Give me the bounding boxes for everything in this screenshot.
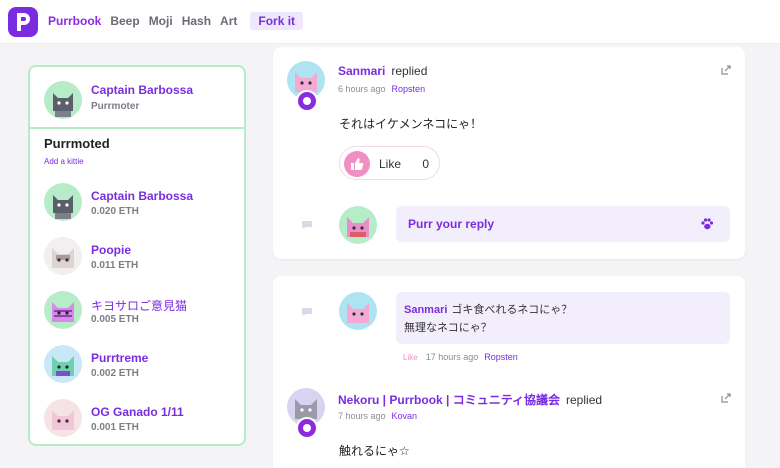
purrmoted-sidebar: Captain Barbossa Purrmoter Purrmoted Add… [28, 65, 246, 446]
post-time: 6 hours ago [338, 84, 386, 94]
comment-bubble: Sanmari ゴキ食べれるネコにゃ？ 無理なネコにゃ？ [396, 292, 730, 344]
cat-avatar-icon [52, 248, 74, 268]
post-author-name[interactable]: Sanmari [338, 64, 385, 78]
owner-avatar[interactable] [44, 81, 82, 119]
post-network-link[interactable]: Kovan [392, 411, 418, 421]
external-link-icon[interactable] [721, 65, 731, 75]
kitty-price: 0.001 ETH [91, 422, 139, 433]
post-network-link[interactable]: Ropsten [392, 84, 426, 94]
kitty-name[interactable]: OG Ganado 1/11 [91, 405, 184, 419]
nav-item-moji[interactable]: Moji [149, 14, 173, 30]
cat-avatar-icon [52, 302, 74, 322]
comment-meta: Like 17 hours ago Ropsten [403, 352, 518, 362]
post-card: Sanmari replied 6 hours ago Ropsten それはイケメ… [273, 47, 745, 259]
purrbook-badge-icon [296, 417, 318, 439]
nav-item-beep[interactable]: Beep [110, 14, 139, 30]
post-meta: 6 hours ago Ropsten [338, 84, 425, 94]
cat-avatar-icon [52, 356, 74, 376]
list-item[interactable]: Poopie 0.011 ETH [30, 237, 244, 291]
reply-input[interactable]: Purr your reply [396, 206, 730, 242]
post-time: 7 hours ago [338, 411, 386, 421]
post-message: それはイケメンネコにゃ！ [339, 117, 483, 131]
like-count: 0 [422, 157, 429, 171]
comment-author[interactable]: Sanmari [404, 304, 447, 316]
owner-header: Captain Barbossa Purrmoter [30, 67, 244, 129]
purrbook-badge-icon [296, 90, 318, 112]
list-item[interactable]: Captain Barbossa 0.020 ETH [30, 183, 244, 237]
kitty-price: 0.002 ETH [91, 368, 139, 379]
kitty-name[interactable]: Purrtreme [91, 351, 148, 365]
kitty-price: 0.011 ETH [91, 260, 139, 271]
post-card: Sanmari ゴキ食べれるネコにゃ？ 無理なネコにゃ？ Like 17 hours… [273, 276, 745, 468]
list-item[interactable]: Purrtreme 0.002 ETH [30, 345, 244, 399]
thumbs-up-icon [344, 151, 370, 177]
paw-icon[interactable] [700, 217, 714, 231]
kitty-avatar [44, 237, 82, 275]
fork-it-button[interactable]: Fork it [250, 12, 304, 30]
comment-bubble-icon [302, 308, 312, 316]
cat-avatar-icon [53, 93, 73, 117]
nav-item-art[interactable]: Art [220, 14, 237, 30]
kitty-avatar [44, 399, 82, 437]
comment-network-link[interactable]: Ropsten [484, 352, 518, 362]
comment-like-button[interactable]: Like [403, 353, 418, 362]
post-author-line: Nekoru | Purrbook | コミュニティ協議会 replied [338, 391, 602, 408]
add-kittie-link[interactable]: Add a kittie [44, 157, 84, 166]
post-author-name[interactable]: Nekoru | Purrbook | コミュニティ協議会 [338, 393, 560, 407]
nav-item-hash[interactable]: Hash [182, 14, 211, 30]
reply-avatar [339, 206, 377, 244]
comment-text-1: ゴキ食べれるネコにゃ？ [451, 304, 573, 316]
cat-avatar-icon [52, 410, 74, 430]
comment-text-2: 無理なネコにゃ？ [404, 322, 492, 334]
comment-time: 17 hours ago [425, 352, 479, 362]
post-message: 触れるにゃ☆ [339, 444, 410, 458]
post-action: replied [566, 393, 603, 407]
list-item[interactable]: キヨサロご意見猫 0.005 ETH [30, 291, 244, 345]
kitty-price: 0.020 ETH [91, 206, 139, 217]
reply-placeholder: Purr your reply [408, 217, 495, 231]
cat-avatar-icon [347, 217, 369, 237]
kitty-list: Captain Barbossa 0.020 ETH Poopie 0.011 … [30, 183, 244, 444]
like-label: Like [379, 157, 402, 171]
post-meta: 7 hours ago Kovan [338, 411, 417, 421]
main-nav: Purrbook Beep Moji Hash Art Fork it [48, 12, 312, 30]
logo-p-icon [17, 13, 30, 31]
post-author-line: Sanmari replied [338, 64, 427, 78]
kitty-name[interactable]: キヨサロご意見猫 [91, 297, 187, 314]
cat-avatar-icon [53, 195, 73, 219]
kitty-avatar [44, 183, 82, 221]
list-item[interactable]: OG Ganado 1/11 0.001 ETH [30, 399, 244, 444]
post-action: replied [391, 64, 428, 78]
owner-name[interactable]: Captain Barbossa [91, 83, 193, 97]
comment-line-1: Sanmari ゴキ食べれるネコにゃ？ [404, 301, 572, 317]
comment-avatar[interactable] [339, 292, 377, 330]
kitty-avatar [44, 345, 82, 383]
kitty-avatar [44, 291, 82, 329]
kitty-name[interactable]: Poopie [91, 243, 131, 257]
like-button[interactable]: Like 0 [339, 146, 440, 180]
cat-avatar-icon [347, 303, 369, 323]
comment-bubble-icon [302, 221, 312, 229]
nav-item-purrbook[interactable]: Purrbook [48, 14, 101, 30]
top-nav-bar: Purrbook Beep Moji Hash Art Fork it [0, 0, 780, 44]
owner-role: Purrmoter [91, 101, 140, 112]
kitty-price: 0.005 ETH [91, 314, 139, 325]
external-link-icon[interactable] [721, 393, 731, 403]
section-title: Purrmoted [44, 136, 110, 151]
purrbook-logo[interactable] [8, 7, 38, 37]
kitty-name[interactable]: Captain Barbossa [91, 189, 193, 203]
